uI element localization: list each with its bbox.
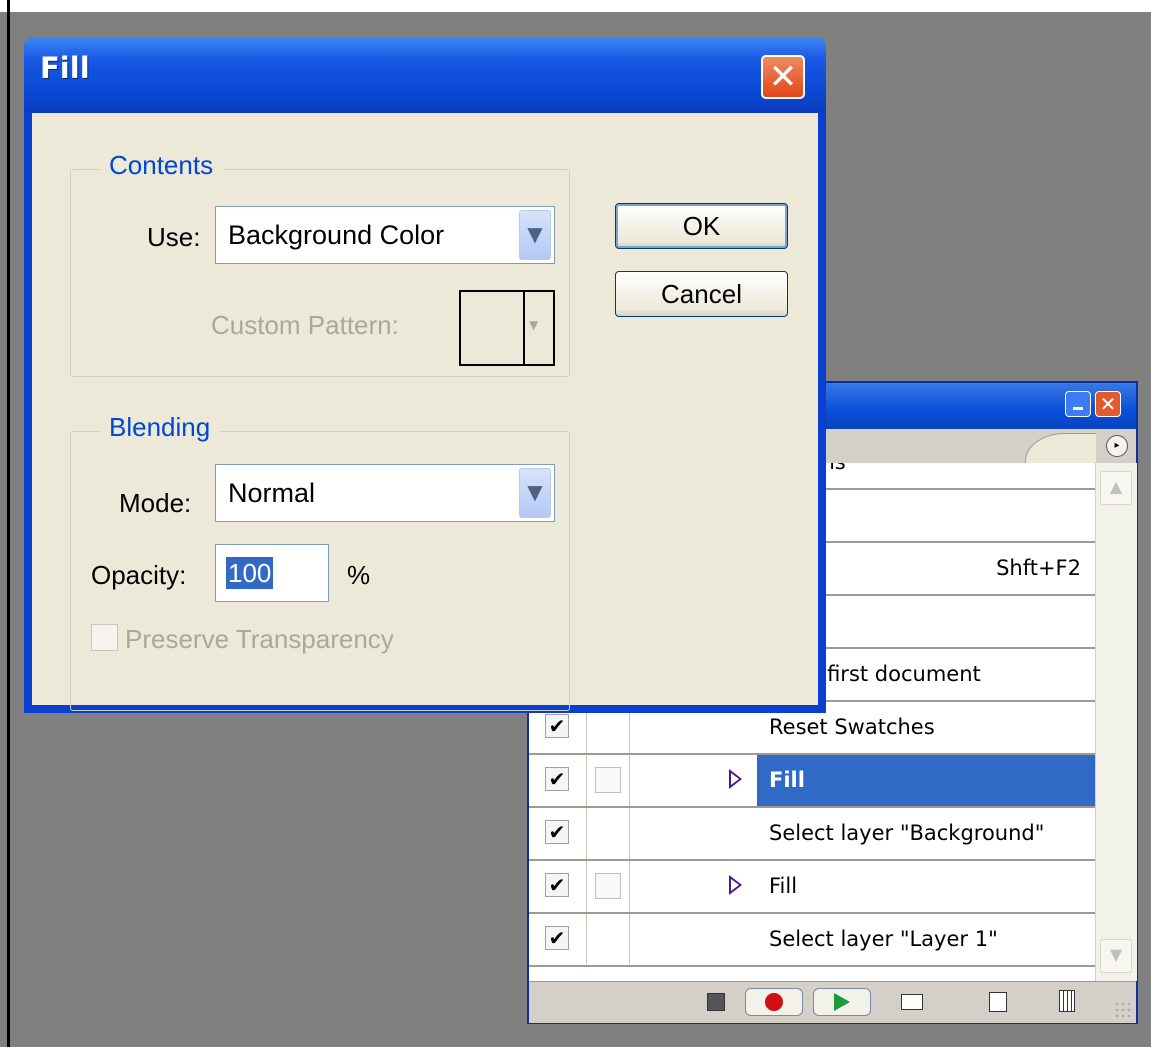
blending-group: Blending Mode: Normal ▼ Opacity: 100 % P… [70,412,570,711]
resize-grip-icon[interactable] [1114,1001,1132,1019]
stop-icon[interactable] [707,993,725,1011]
actions-scrollbar[interactable]: ▲ ▼ [1095,463,1137,981]
action-shortcut: Shft+F2 [996,556,1081,580]
folder-icon[interactable] [901,994,923,1010]
chevron-down-icon: ▼ [529,318,539,332]
checkmark-icon[interactable]: ✔ [545,820,569,844]
dialog-toggle-icon[interactable] [595,767,621,793]
pattern-divider [523,292,525,364]
cancel-button[interactable]: Cancel [615,271,788,317]
checkmark-icon[interactable]: ✔ [545,873,569,897]
scroll-up-icon[interactable]: ▲ [1100,471,1132,505]
expand-triangle-icon[interactable] [729,769,742,789]
action-row[interactable]: ✔ Fill [529,755,1095,808]
top-edge [0,0,1151,12]
panel-menu-icon[interactable]: ▸ [1106,435,1128,457]
action-row[interactable]: ✔ Select layer "Background" [529,808,1095,861]
fill-dialog-titlebar[interactable]: Fill ✕ [24,37,826,113]
opacity-unit: % [347,560,371,590]
use-label: Use: [147,222,201,252]
use-select[interactable]: Background Color ▼ [215,206,555,264]
toggle-column: ✔ [529,861,587,912]
minimize-icon[interactable] [1065,391,1091,417]
chevron-down-icon[interactable]: ▼ [519,210,551,260]
play-icon[interactable] [813,988,871,1016]
ok-button[interactable]: OK [615,203,788,249]
mode-select[interactable]: Normal ▼ [215,464,555,522]
dialog-toggle-column [587,808,630,859]
use-value: Background Color [228,220,445,250]
trash-icon[interactable] [1059,990,1075,1012]
mode-value: Normal [228,478,316,508]
toggle-column: ✔ [529,755,587,806]
contents-group: Contents Use: Background Color ▼ Custom … [70,150,570,377]
dialog-toggle-icon[interactable] [595,873,621,899]
left-edge [7,0,10,1047]
expand-triangle-icon[interactable] [729,875,742,895]
toggle-column: ✔ [529,808,587,859]
custom-pattern-label: Custom Pattern: [211,310,399,340]
chevron-down-icon[interactable]: ▼ [519,468,551,518]
opacity-value: 100 [226,557,274,589]
actions-toolbar [529,981,1136,1023]
scroll-down-icon[interactable]: ▼ [1100,939,1132,973]
action-row[interactable]: ✔ Select layer "Layer 1" [529,914,1095,967]
dialog-toggle-column [587,914,630,965]
preserve-transparency-checkbox[interactable] [91,624,118,651]
dialog-toggle-column [587,755,630,806]
close-icon[interactable]: ✕ [761,55,805,99]
contents-legend: Contents [99,150,224,181]
checkmark-icon[interactable]: ✔ [545,926,569,950]
action-label: Select layer "Background" [769,821,1045,845]
dialog-toggle-column [587,861,630,912]
fill-dialog-body: Contents Use: Background Color ▼ Custom … [32,113,818,711]
opacity-input[interactable]: 100 [215,544,329,602]
blending-legend: Blending [99,412,221,443]
checkmark-icon[interactable]: ✔ [545,714,569,738]
custom-pattern-picker: ▼ [459,290,555,366]
actions-tab[interactable] [1025,433,1096,464]
preserve-transparency-label: Preserve Transparency [125,624,394,654]
action-label: Fill [769,874,798,898]
action-label: Fill [757,755,1095,806]
close-icon[interactable]: ✕ [1095,391,1121,417]
checkmark-icon[interactable]: ✔ [545,767,569,791]
mode-label: Mode: [119,488,192,518]
fill-dialog-title: Fill [40,51,90,85]
opacity-label: Opacity: [91,560,187,590]
fill-dialog: Fill ✕ Contents Use: Background Color ▼ … [24,37,826,713]
action-label: Select layer "Layer 1" [769,927,998,951]
action-row[interactable]: ✔ Fill [529,861,1095,914]
toggle-column: ✔ [529,914,587,965]
record-icon[interactable] [745,988,803,1016]
new-item-icon[interactable] [989,992,1007,1012]
